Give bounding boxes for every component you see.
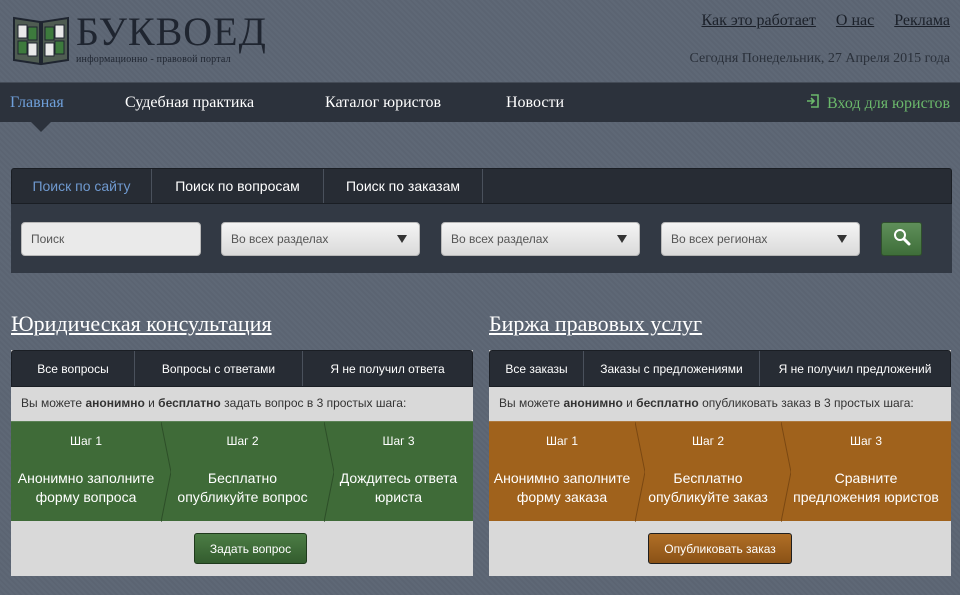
- tab-search-site[interactable]: Поиск по сайту: [12, 169, 152, 203]
- link-how-it-works[interactable]: Как это работает: [702, 12, 816, 30]
- book-logo-icon: [12, 12, 70, 66]
- section-select-2-value: Во всех разделах: [451, 232, 549, 246]
- consult-tabs: Все вопросы Вопросы с ответами Я не полу…: [11, 350, 473, 387]
- consult-step-3: Шаг 3 Дождитесь ответа юриста: [324, 421, 473, 521]
- link-about[interactable]: О нас: [836, 12, 874, 30]
- active-nav-indicator: [31, 122, 51, 132]
- chevron-down-icon: [837, 235, 847, 243]
- exchange-tabs: Все заказы Заказы с предложениями Я не п…: [489, 350, 951, 387]
- exchange-step-2: Шаг 2 Бесплатно опубликуйте заказ: [635, 421, 791, 522]
- consult-step-1: Шаг 1 Анонимно заполните форму вопроса: [11, 421, 171, 522]
- exchange-step-3: Шаг 3 Сравните предложения юристов: [781, 421, 951, 521]
- step-label: Шаг 3: [849, 434, 883, 448]
- login-icon: [806, 94, 819, 113]
- consult-info: Вы можете анонимно и бесплатно задать во…: [21, 396, 406, 410]
- step-desc: Сравните предложения юристов: [793, 470, 939, 505]
- info-text: и: [622, 396, 637, 410]
- region-select[interactable]: Во всех регионах: [661, 222, 860, 256]
- consult-panel: Все вопросы Вопросы с ответами Я не полу…: [11, 350, 473, 576]
- info-bold-anon: анонимно: [563, 396, 623, 410]
- step-arrow-icon: [324, 422, 334, 522]
- search-input[interactable]: Поиск: [21, 222, 201, 256]
- tab-all-questions[interactable]: Все вопросы: [12, 351, 135, 386]
- info-bold-free: бесплатно: [158, 396, 221, 410]
- chevron-down-icon: [617, 235, 627, 243]
- info-text: задать вопрос в 3 простых шага:: [220, 396, 407, 410]
- search-tabs: Поиск по сайту Поиск по вопросам Поиск п…: [11, 168, 952, 204]
- login-link[interactable]: Вход для юристов: [806, 94, 950, 113]
- section-select-1-value: Во всех разделах: [231, 232, 329, 246]
- step-arrow-icon: [161, 422, 171, 522]
- search-box: Поиск по сайту Поиск по вопросам Поиск п…: [11, 168, 952, 273]
- tab-no-answer[interactable]: Я не получил ответа: [303, 351, 472, 386]
- region-select-value: Во всех регионах: [671, 232, 768, 246]
- section-select-2[interactable]: Во всех разделах: [441, 222, 640, 256]
- exchange-steps: Шаг 1 Анонимно заполните форму заказа Шаг…: [489, 421, 951, 522]
- step-desc: Дождитесь ответа юриста: [339, 470, 458, 505]
- exchange-step-1: Шаг 1 Анонимно заполните форму заказа: [489, 421, 645, 522]
- step-label: Шаг 2: [226, 434, 259, 448]
- info-text: Вы можете: [21, 396, 86, 410]
- nav-item-home[interactable]: Главная: [10, 94, 64, 112]
- chevron-down-icon: [397, 235, 407, 243]
- logo[interactable]: БУКВОЕД информационно - правовой портал: [12, 12, 267, 66]
- consult-step-2: Шаг 2 Бесплатно опубликуйте вопрос: [161, 421, 334, 522]
- tab-answered-questions[interactable]: Вопросы с ответами: [135, 351, 303, 386]
- tab-all-orders[interactable]: Все заказы: [490, 351, 584, 386]
- tab-no-offers[interactable]: Я не получил предложений: [760, 351, 950, 386]
- info-text: опубликовать заказ в 3 простых шага:: [698, 396, 914, 410]
- exchange-panel: Все заказы Заказы с предложениями Я не п…: [489, 350, 951, 576]
- current-date: Сегодня Понедельник, 27 Апреля 2015 года: [689, 51, 950, 66]
- main-nav: Главная Судебная практика Каталог юристо…: [0, 82, 960, 122]
- consult-steps: Шаг 1 Анонимно заполните форму вопроса Ша…: [11, 421, 473, 522]
- tab-search-questions[interactable]: Поиск по вопросам: [152, 169, 324, 203]
- brand-subtitle: информационно - правовой портал: [76, 54, 231, 65]
- nav-item-news[interactable]: Новости: [506, 94, 564, 112]
- link-ads[interactable]: Реклама: [894, 12, 950, 30]
- step-desc: Анонимно заполните форму вопроса: [17, 470, 155, 505]
- search-icon: [893, 228, 911, 251]
- header: БУКВОЕД информационно - правовой портал …: [0, 0, 960, 82]
- exchange-title[interactable]: Биржа правовых услуг: [489, 311, 702, 337]
- info-bold-anon: анонимно: [85, 396, 145, 410]
- publish-order-button[interactable]: Опубликовать заказ: [648, 533, 792, 564]
- step-label: Шаг 1: [545, 434, 579, 448]
- info-bold-free: бесплатно: [636, 396, 699, 410]
- brand-title: БУКВОЕД: [76, 9, 267, 54]
- exchange-info: Вы можете анонимно и бесплатно опубликов…: [499, 396, 914, 410]
- step-desc: Бесплатно опубликуйте вопрос: [177, 470, 308, 505]
- login-label: Вход для юристов: [827, 94, 950, 112]
- section-select-1[interactable]: Во всех разделах: [221, 222, 420, 256]
- tab-search-orders[interactable]: Поиск по заказам: [324, 169, 483, 203]
- consult-title[interactable]: Юридическая консультация: [11, 311, 272, 337]
- search-body: Поиск Во всех разделах Во всех разделах …: [11, 204, 952, 273]
- step-desc: Бесплатно опубликуйте заказ: [648, 470, 768, 505]
- step-arrow-icon: [635, 422, 645, 522]
- step-label: Шаг 3: [382, 434, 415, 448]
- step-desc: Анонимно заполните форму заказа: [493, 470, 631, 505]
- ask-question-button[interactable]: Задать вопрос: [194, 533, 307, 564]
- top-links: Как это работает О нас Реклама: [702, 12, 951, 30]
- info-text: и: [144, 396, 159, 410]
- nav-item-lawyer-catalog[interactable]: Каталог юристов: [325, 94, 441, 112]
- step-label: Шаг 2: [691, 434, 725, 448]
- search-button[interactable]: [881, 222, 922, 256]
- step-arrow-icon: [781, 422, 791, 522]
- step-label: Шаг 1: [69, 434, 103, 448]
- tab-orders-with-offers[interactable]: Заказы с предложениями: [584, 351, 760, 386]
- nav-item-court-practice[interactable]: Судебная практика: [125, 94, 254, 112]
- info-text: Вы можете: [499, 396, 564, 410]
